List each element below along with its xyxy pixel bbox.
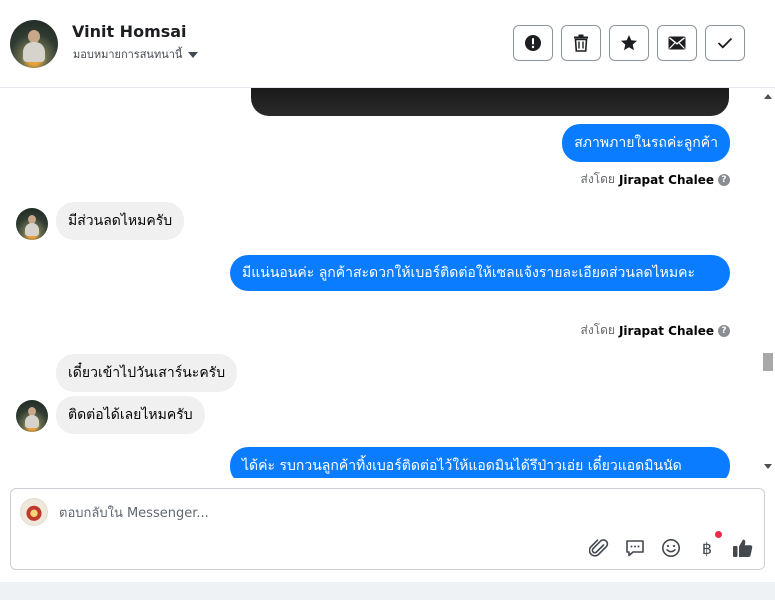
reply-input[interactable]	[59, 503, 579, 523]
conversation-actions	[513, 25, 745, 61]
caret-down-icon	[188, 51, 199, 58]
delete-button[interactable]	[561, 25, 601, 61]
scrollbar-thumb[interactable]	[763, 353, 773, 371]
payment-button[interactable]: ฿	[695, 531, 722, 560]
composer-tools: ฿	[587, 531, 755, 560]
message-thread[interactable]: สภาพภายในรถค่ะลูกค้า ส่งโดย Jirapat Chal…	[0, 88, 760, 478]
question-icon[interactable]: ?	[718, 324, 730, 337]
message-bubble-incoming: มีส่วนลดไหมครับ	[56, 202, 185, 240]
contact-avatar[interactable]	[10, 20, 58, 68]
emoji-button[interactable]	[659, 536, 683, 560]
saved-replies-button[interactable]	[623, 536, 647, 560]
star-icon	[621, 35, 637, 51]
like-button[interactable]	[731, 536, 755, 560]
message-bubble-outgoing: สภาพภายในรถค่ะลูกค้า	[562, 124, 730, 162]
reply-composer: ฿	[10, 488, 765, 570]
mark-spam-button[interactable]	[513, 25, 553, 61]
message-bubble-incoming: เดี๋ยวเข้าไปวันเสาร์นะครับ	[56, 354, 238, 392]
notification-dot	[715, 531, 722, 538]
trash-icon	[574, 34, 588, 52]
contact-name[interactable]: Vinit Homsai	[72, 22, 187, 41]
payment-baht-icon: ฿	[701, 538, 713, 558]
checkmark-icon	[717, 37, 733, 49]
message-bubble-outgoing: มีแน่นอนค่ะ ลูกค้าสะดวกให้เบอร์ติดต่อให้…	[230, 255, 730, 291]
page-avatar	[20, 498, 48, 526]
sender-name: Jirapat Chalee	[618, 172, 714, 187]
attach-file-button[interactable]	[587, 536, 611, 560]
message-bubble-outgoing: ได้ค่ะ รบกวนลูกค้าทิ้งเบอร์ติดต่อไว้ให้แ…	[230, 447, 730, 478]
thread-scrollbar[interactable]	[761, 88, 775, 478]
sender-name: Jirapat Chalee	[618, 323, 714, 338]
exclamation-circle-icon	[525, 35, 541, 51]
contact-avatar-small[interactable]	[16, 208, 48, 240]
paperclip-icon	[589, 539, 609, 557]
sent-by-label: ส่งโดย Jirapat Chalee ?	[581, 170, 730, 189]
contact-avatar-small[interactable]	[16, 400, 48, 432]
scroll-up-arrow-icon[interactable]	[764, 94, 772, 99]
scroll-down-arrow-icon[interactable]	[764, 464, 772, 469]
assign-conversation-label: มอบหมายการสนทนานี้	[73, 48, 183, 61]
question-icon[interactable]: ?	[718, 173, 730, 186]
page-footer-strip	[0, 582, 775, 600]
star-button[interactable]	[609, 25, 649, 61]
image-attachment[interactable]	[251, 88, 729, 116]
envelope-icon	[668, 36, 686, 50]
mark-done-button[interactable]	[705, 25, 745, 61]
emoji-icon	[662, 539, 680, 557]
assign-conversation-dropdown[interactable]: มอบหมายการสนทนานี้	[73, 45, 199, 63]
conversation-header: Vinit Homsai มอบหมายการสนทนานี้	[0, 0, 775, 88]
mark-unread-button[interactable]	[657, 25, 697, 61]
like-icon	[733, 539, 753, 557]
message-bubble-incoming: ติดต่อได้เลยไหมครับ	[56, 396, 205, 434]
sent-by-label: ส่งโดย Jirapat Chalee ?	[581, 321, 730, 340]
messenger-inbox-panel: Vinit Homsai มอบหมายการสนทนานี้ สภาพภายใ…	[0, 0, 775, 600]
saved-replies-icon	[626, 540, 644, 557]
